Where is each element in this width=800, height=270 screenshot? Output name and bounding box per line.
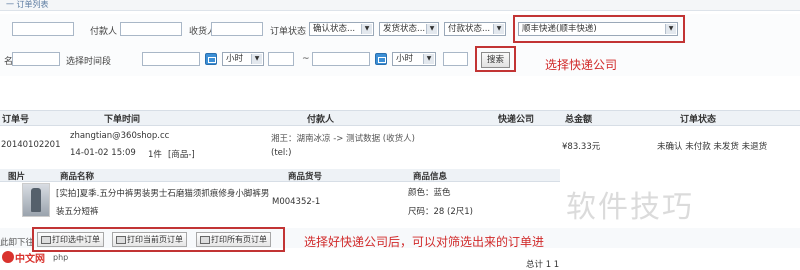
annotation-select-express: 选择快递公司 [545,58,618,72]
chevron-down-icon: ▼ [361,24,372,34]
express-company-select[interactable]: 顺丰快递(顺丰快递) ▼ [518,22,678,36]
payer-email: zhangtian@360shop.cc [70,131,170,141]
order-status-label: 订单状态 [270,27,307,37]
start-hour-value: 小时 [226,54,244,64]
receiver-input[interactable] [211,22,263,36]
print-current-page-button[interactable]: 打印当前页订单 [112,232,187,247]
printer-icon [116,236,126,244]
range-tilde: ~ [302,54,310,64]
col-sku: 商品货号 [288,172,323,182]
watermark: 软件技巧 [566,190,694,225]
product-name-line2[interactable]: 装五分短裤 [56,205,99,217]
logo-text: 中文网 [15,254,45,265]
product-name-line1[interactable]: [实拍]夏季.五分中裤男装男士石磨猫须抓痕修身小脚裤男 [56,187,269,199]
chevron-down-icon: ▼ [493,24,504,34]
start-hour-select[interactable]: 小时 ▼ [222,52,264,66]
col-status: 订单状态 [680,115,717,125]
name-input[interactable] [12,52,60,66]
printer-icon [200,236,210,244]
calendar-icon[interactable] [375,53,387,65]
order-number[interactable]: 20140102201 [1,140,61,150]
end-minute-input[interactable] [443,52,468,66]
confirm-status-select[interactable]: 确认状态... ▼ [309,22,374,36]
col-order-time: 下单时间 [104,115,141,125]
start-date-input[interactable] [142,52,200,66]
search-button[interactable]: 搜索 [481,52,510,68]
col-product-name: 商品名称 [60,172,95,182]
col-product-info: 商品信息 [413,172,448,182]
calendar-icon[interactable] [205,53,217,65]
start-minute-input[interactable] [268,52,294,66]
end-date-input[interactable] [312,52,370,66]
col-order-no: 订单号 [2,115,30,125]
order-status: 未确认 未付款 未发货 未退货 [657,142,768,152]
top-bar [0,0,800,11]
end-hour-value: 小时 [396,54,414,64]
php-logo-icon [2,251,14,263]
page-title: 一 订单列表 [6,0,49,9]
logo-subtext: php [53,253,69,262]
print-current-label: 打印当前页订单 [127,235,183,244]
print-all-label: 打印所有页订单 [211,235,267,244]
col-image: 图片 [8,172,26,182]
pay-status-value: 付款状态... [448,24,491,34]
express-company-value: 顺丰快递(顺丰快递) [522,24,597,34]
chevron-down-icon: ▼ [423,54,434,64]
payer-label: 付款人 [90,27,118,37]
col-express: 快递公司 [498,115,535,125]
annotation-after-select: 选择好快递公司后，可以对筛选出来的订单进 [304,235,545,249]
product-thumbnail[interactable] [22,183,50,217]
print-all-pages-button[interactable]: 打印所有页订单 [196,232,271,247]
ship-status-value: 发货状态... [383,24,426,34]
chevron-down-icon: ▼ [426,24,437,34]
chevron-down-icon: ▼ [665,24,676,34]
order-goods[interactable]: [商品-] [168,148,195,160]
end-hour-select[interactable]: 小时 ▼ [392,52,436,66]
confirm-status-value: 确认状态... [313,24,356,34]
print-selected-button[interactable]: 打印选中订单 [37,232,104,247]
ship-status-select[interactable]: 发货状态... ▼ [379,22,439,36]
chevron-down-icon: ▼ [251,54,262,64]
action-left-label: 此卸下往 [0,238,35,248]
pay-status-select[interactable]: 付款状态... ▼ [444,22,506,36]
product-sku: M004352-1 [272,197,321,207]
col-payer: 付款人 [307,115,335,125]
order-number-input[interactable] [12,22,74,36]
product-color: 颜色：蓝色 [408,188,451,198]
print-selected-label: 打印选中订单 [52,235,100,244]
total-count: 总计 1 1 [526,260,560,270]
product-size: 尺码：28 (2尺1) [408,207,473,217]
printer-icon [41,236,51,244]
payer-input[interactable] [120,22,182,36]
payer-tel: (tel:) [271,148,292,158]
order-datetime: 14-01-02 15:09 [70,148,136,158]
order-pieces: 1件 [148,150,162,160]
order-total: ¥83.33元 [562,142,601,152]
time-range-label: 选择时间段 [66,57,112,67]
col-total: 总金额 [565,115,593,125]
payer-address: 湘王：湖南冰凉 -> 测试数据 (收货人) [271,134,415,144]
